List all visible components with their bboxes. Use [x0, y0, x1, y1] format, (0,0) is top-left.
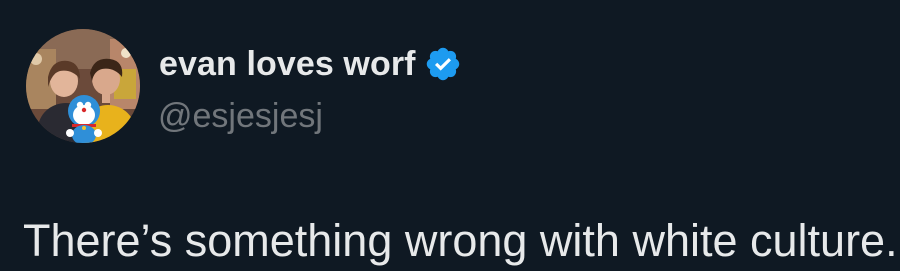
tweet-card: evan loves worf @esjesjesj There’s somet… — [0, 0, 900, 271]
avatar[interactable] — [26, 29, 140, 143]
verified-badge-icon[interactable] — [424, 45, 462, 83]
author-name-row: evan loves worf — [159, 44, 462, 84]
author-display-name[interactable]: evan loves worf — [159, 44, 416, 84]
author-handle[interactable]: @esjesjesj — [158, 96, 323, 136]
tweet-text: There’s something wrong with white cultu… — [23, 215, 898, 266]
avatar-photo — [26, 29, 140, 143]
